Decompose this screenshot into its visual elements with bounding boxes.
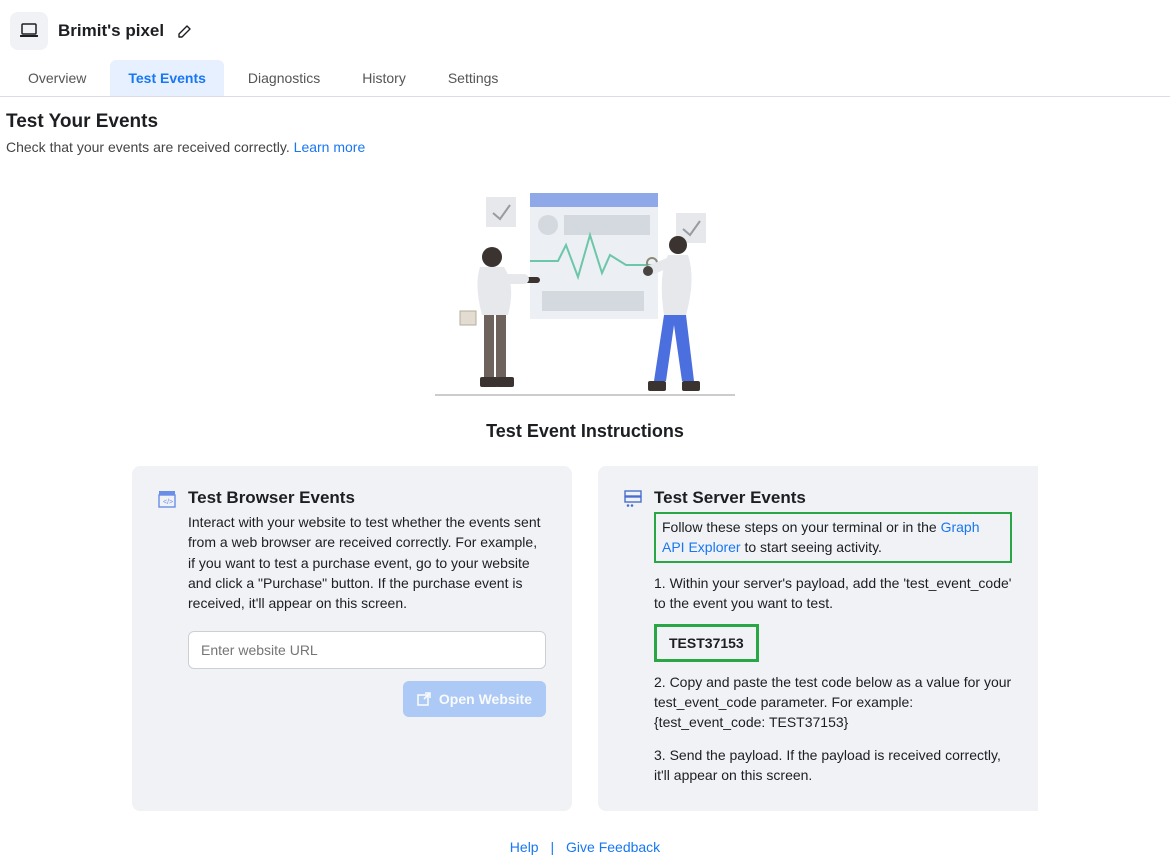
page-title: Test Your Events (0, 97, 1170, 135)
server-intro-box: Follow these steps on your terminal or i… (654, 512, 1012, 563)
tab-overview[interactable]: Overview (10, 60, 104, 96)
feedback-link[interactable]: Give Feedback (566, 839, 660, 855)
footer: Help | Give Feedback (0, 831, 1170, 863)
instructions-title: Test Event Instructions (0, 421, 1170, 442)
server-intro-suffix: to start seeing activity. (741, 539, 882, 555)
test-event-code[interactable]: TEST37153 (654, 624, 759, 662)
edit-pixel-button[interactable] (174, 20, 196, 42)
browser-card-desc: Interact with your website to test wheth… (188, 512, 546, 613)
pixel-title: Brimit's pixel (58, 21, 164, 41)
learn-more-link[interactable]: Learn more (294, 139, 366, 155)
website-url-input[interactable] (188, 631, 546, 669)
footer-divider: | (550, 839, 554, 855)
illustration (0, 185, 1170, 405)
server-step-1: 1. Within your server's payload, add the… (654, 573, 1012, 614)
server-events-card: Test Server Events Follow these steps on… (598, 466, 1038, 811)
tab-diagnostics[interactable]: Diagnostics (230, 60, 338, 96)
tab-test-events[interactable]: Test Events (110, 60, 224, 96)
server-card-title: Test Server Events (654, 488, 1012, 508)
test-events-illustration (430, 185, 740, 405)
tab-settings[interactable]: Settings (430, 60, 517, 96)
tab-history[interactable]: History (344, 60, 424, 96)
open-website-button[interactable]: Open Website (403, 681, 546, 717)
browser-card-title: Test Browser Events (188, 488, 546, 508)
laptop-icon (19, 23, 39, 39)
browser-icon: </> (158, 490, 176, 508)
server-step-2: 2. Copy and paste the test code below as… (654, 672, 1012, 733)
header: Brimit's pixel (0, 0, 1170, 60)
help-link[interactable]: Help (510, 839, 539, 855)
tab-bar: Overview Test Events Diagnostics History… (0, 60, 1170, 97)
svg-text:</>: </> (163, 499, 173, 506)
pixel-icon (10, 12, 48, 50)
open-website-label: Open Website (439, 691, 532, 707)
cards-row: </> Test Browser Events Interact with yo… (0, 466, 1170, 811)
server-icon (624, 490, 642, 508)
external-link-icon (417, 692, 431, 706)
browser-events-card: </> Test Browser Events Interact with yo… (132, 466, 572, 811)
subtitle-text: Check that your events are received corr… (6, 139, 294, 155)
server-intro-prefix: Follow these steps on your terminal or i… (662, 519, 941, 535)
pencil-icon (177, 23, 193, 39)
server-step-3: 3. Send the payload. If the payload is r… (654, 745, 1012, 786)
page-subtitle: Check that your events are received corr… (0, 135, 1170, 167)
